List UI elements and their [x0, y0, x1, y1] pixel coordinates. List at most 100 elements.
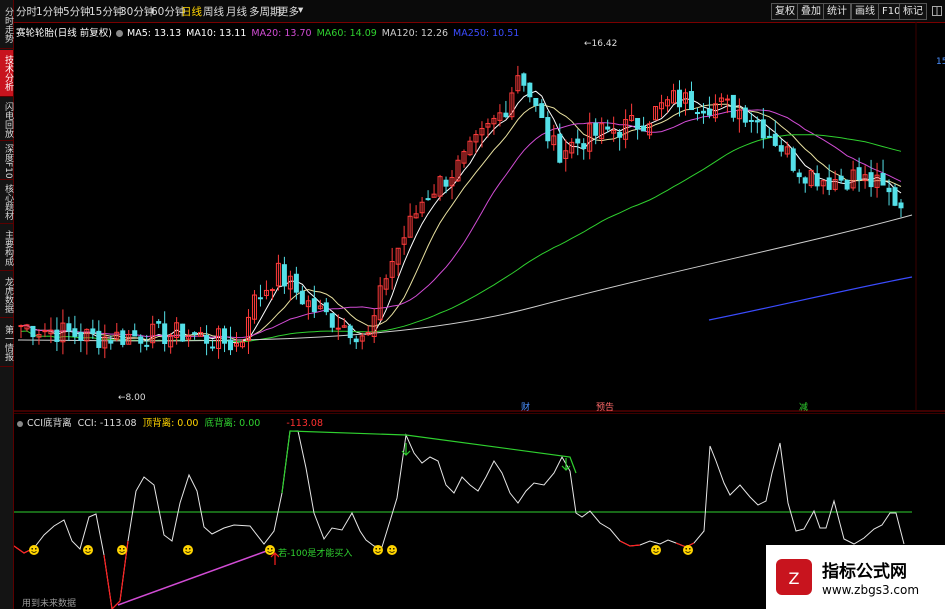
toolbar-button-5[interactable]: 标记 [899, 3, 927, 20]
candle[interactable] [311, 298, 317, 313]
candle[interactable] [844, 179, 850, 190]
toolbar-button-0[interactable]: 复权 [771, 3, 799, 20]
candle[interactable] [228, 339, 234, 351]
candle[interactable] [192, 332, 198, 335]
event-marker-1[interactable]: 预告 [596, 401, 614, 412]
candle[interactable] [838, 175, 844, 181]
candle[interactable] [533, 97, 539, 106]
sidebar-tab-1[interactable]: 技术分析 [0, 50, 13, 97]
candle[interactable] [677, 89, 683, 108]
candle[interactable] [760, 119, 766, 139]
candle[interactable] [694, 112, 700, 115]
event-marker-2[interactable]: 减 [799, 401, 808, 412]
candle[interactable] [772, 133, 778, 146]
candle[interactable] [814, 173, 820, 187]
candle[interactable] [269, 289, 275, 292]
period-tab-10[interactable]: 更多 [278, 4, 299, 19]
candle[interactable] [180, 323, 186, 342]
sidebar-tab-7[interactable]: 第一情报 [0, 320, 13, 367]
candle[interactable] [299, 290, 305, 305]
candle[interactable] [329, 313, 335, 328]
candle[interactable] [700, 110, 706, 114]
candle[interactable] [754, 120, 760, 123]
candle[interactable] [593, 122, 599, 136]
candle[interactable] [748, 119, 754, 122]
candle[interactable] [18, 325, 24, 328]
candle[interactable] [886, 187, 892, 193]
candle[interactable] [335, 327, 341, 330]
candle[interactable] [539, 103, 545, 119]
candle[interactable] [581, 143, 587, 150]
candle[interactable] [790, 148, 796, 171]
candle[interactable] [706, 108, 712, 116]
candle[interactable] [898, 202, 904, 209]
candle[interactable] [868, 172, 874, 188]
candle[interactable] [856, 167, 862, 180]
candle[interactable] [108, 340, 114, 344]
candle[interactable] [138, 336, 144, 344]
candle[interactable] [557, 133, 563, 163]
more-arrow-icon[interactable]: ▾ [298, 4, 303, 16]
candle[interactable] [778, 145, 784, 152]
candle[interactable] [527, 82, 533, 98]
candle[interactable] [78, 331, 84, 341]
candle[interactable] [353, 338, 359, 343]
candle[interactable] [222, 328, 228, 344]
candle[interactable] [257, 297, 263, 300]
candle[interactable] [42, 330, 48, 333]
sidebar-tab-6[interactable]: 龙虎数据 [0, 273, 13, 318]
period-tab-2[interactable]: 5分钟 [63, 4, 91, 19]
candle[interactable] [802, 177, 808, 184]
candle[interactable] [617, 131, 623, 138]
candle[interactable] [826, 177, 832, 190]
sidebar-tab-4[interactable]: 核心题材 [0, 181, 13, 224]
candle[interactable] [641, 125, 647, 132]
candle[interactable] [605, 126, 611, 130]
candle[interactable] [66, 323, 72, 332]
candle[interactable] [120, 330, 126, 345]
candle[interactable] [742, 107, 748, 123]
indicator-settings-icon[interactable] [16, 420, 24, 428]
layout-icon[interactable] [932, 6, 942, 16]
candle[interactable] [72, 328, 78, 337]
sidebar-tab-3[interactable]: 深度F10 [0, 143, 13, 180]
candle[interactable] [443, 179, 449, 187]
price-chart[interactable]: ←16.42 ←8.00 15 财 预告 减 [14, 22, 945, 412]
candle[interactable] [880, 173, 886, 186]
event-marker-0[interactable]: 财 [521, 401, 530, 412]
toolbar-button-3[interactable]: 画线 [851, 3, 879, 20]
candle[interactable] [30, 325, 36, 338]
candle[interactable] [688, 91, 694, 111]
candle[interactable] [521, 73, 527, 86]
candle[interactable] [90, 328, 96, 334]
candle[interactable] [892, 187, 898, 206]
candle[interactable] [575, 138, 581, 144]
candle[interactable] [425, 198, 431, 201]
sidebar-tab-2[interactable]: 闪电回放 [0, 100, 13, 141]
period-tab-0[interactable]: 分时 [16, 4, 37, 19]
candle[interactable] [730, 94, 736, 118]
candle[interactable] [635, 117, 641, 130]
candle[interactable] [293, 273, 299, 293]
period-tab-4[interactable]: 30分钟 [120, 4, 154, 19]
toolbar-button-1[interactable]: 叠加 [797, 3, 825, 20]
candle[interactable] [96, 330, 102, 348]
period-tab-7[interactable]: 周线 [203, 4, 224, 19]
candle[interactable] [132, 330, 138, 337]
candle[interactable] [323, 302, 329, 313]
period-tab-9[interactable]: 多周期 [249, 4, 281, 19]
period-tab-1[interactable]: 1分钟 [36, 4, 64, 19]
period-tab-6[interactable]: 日线 [181, 4, 202, 19]
candle[interactable] [204, 334, 210, 344]
sidebar-tab-5[interactable]: 主要构成 [0, 226, 13, 271]
candle[interactable] [54, 329, 60, 342]
candle[interactable] [156, 321, 162, 324]
candle[interactable] [766, 135, 772, 138]
candle[interactable] [503, 112, 509, 118]
period-tab-8[interactable]: 月线 [226, 4, 247, 19]
candle[interactable] [545, 117, 551, 142]
candle[interactable] [210, 346, 216, 349]
candle[interactable] [162, 323, 168, 345]
candle[interactable] [796, 172, 802, 178]
sidebar-tab-0[interactable]: 分时走势 [0, 2, 13, 49]
